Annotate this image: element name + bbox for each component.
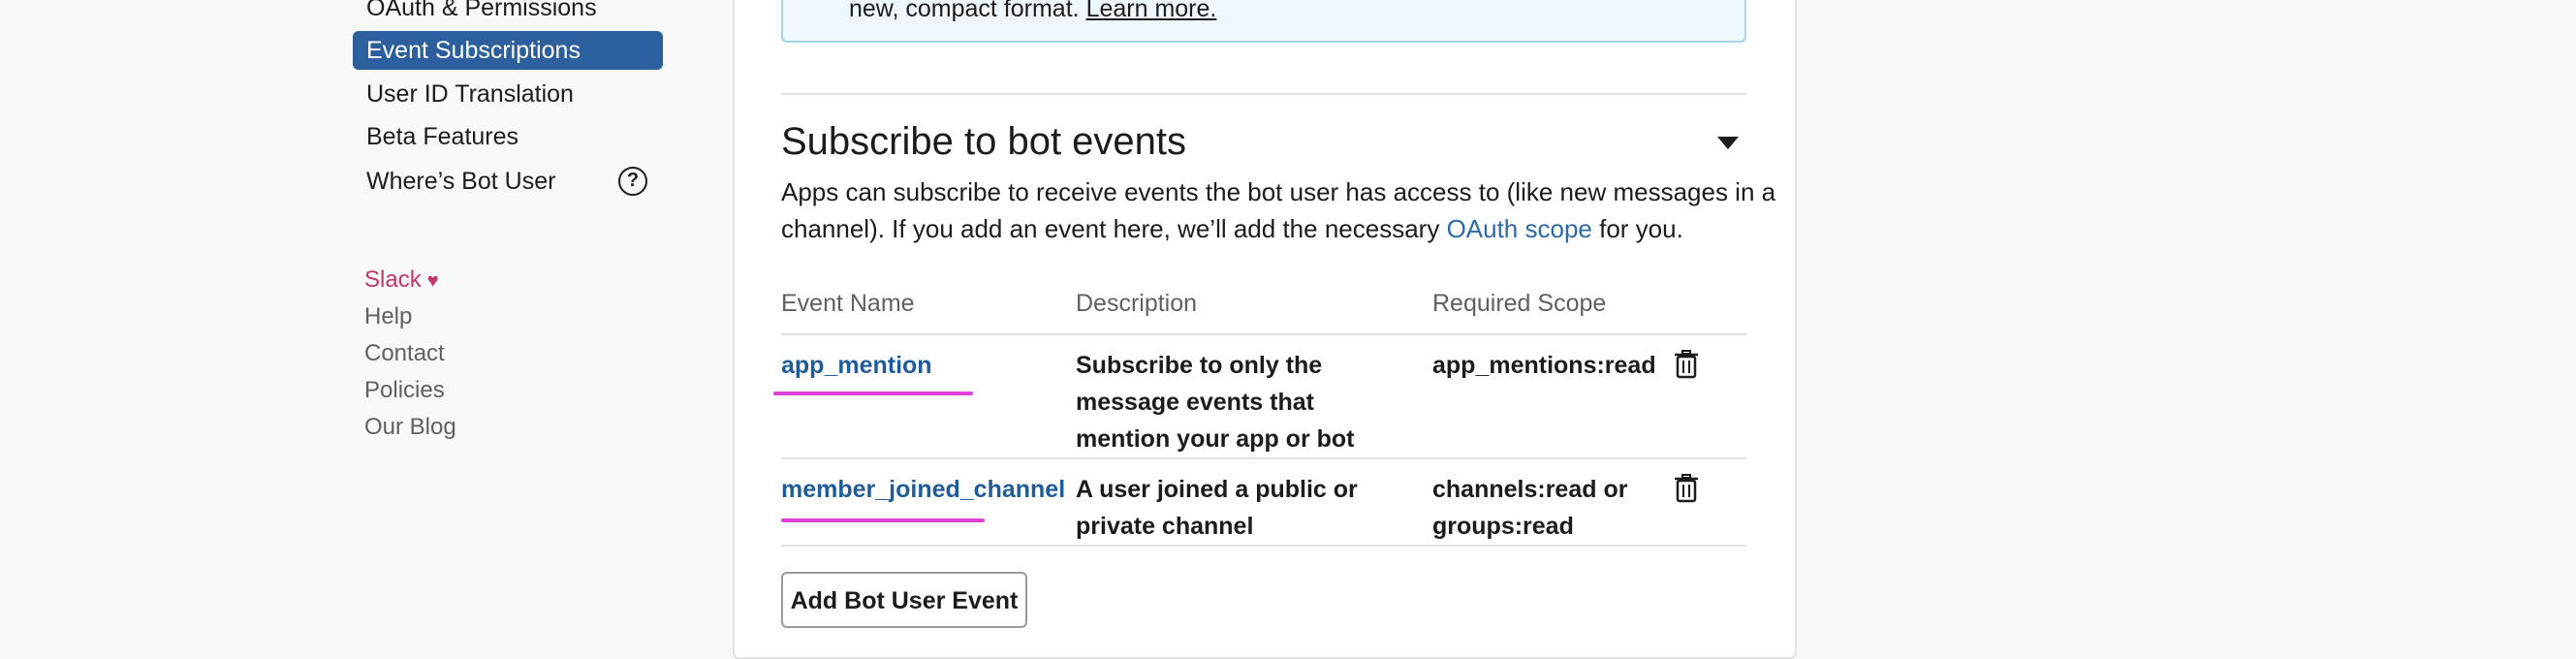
info-banner-text: new, compact format. Learn more.	[849, 0, 1216, 25]
learn-more-link[interactable]: Learn more.	[1086, 0, 1217, 22]
sidebar-item-beta-features[interactable]: Beta Features	[353, 117, 663, 156]
section-description-line1: Apps can subscribe to receive events the…	[781, 177, 1776, 206]
info-banner-message: new, compact format.	[849, 0, 1080, 22]
sidebar-item-user-id-translation[interactable]: User ID Translation	[353, 75, 663, 113]
sidebar-item-oauth-permissions[interactable]: OAuth & Permissions	[353, 0, 663, 27]
footer-link-our-blog[interactable]: Our Blog	[364, 411, 456, 444]
event-description: A user joined a public or private channe…	[1076, 471, 1405, 545]
section-description-suffix: for you.	[1599, 214, 1683, 243]
description-line: private channel	[1076, 513, 1254, 540]
section-description-prefix: channel). If you add an event here, we’l…	[781, 214, 1440, 243]
scope-line: app_mentions:read	[1432, 352, 1656, 379]
help-icon[interactable]: ?	[618, 167, 647, 196]
oauth-scope-link[interactable]: OAuth scope	[1447, 214, 1592, 243]
table-bottom-divider	[781, 545, 1746, 547]
trash-icon[interactable]	[1674, 474, 1699, 503]
sidebar-item-wheres-bot-user[interactable]: Where’s Bot User	[353, 162, 663, 201]
sidebar: OAuth & Permissions Event Subscriptions …	[0, 0, 717, 636]
required-scope: app_mentions:read	[1432, 347, 1656, 384]
scope-line: groups:read	[1432, 513, 1574, 540]
main-panel	[733, 0, 1797, 659]
section-description-line2: channel). If you add an event here, we’l…	[781, 210, 1683, 247]
description-line: message events that	[1076, 389, 1314, 416]
heart-icon: ♥	[426, 270, 439, 292]
annotation-underline	[773, 392, 973, 395]
footer-link-help[interactable]: Help	[364, 300, 412, 333]
footer-brand-label: Slack	[364, 267, 422, 293]
footer-brand[interactable]: Slack ♥	[364, 264, 439, 298]
description-line: A user joined a public or	[1076, 476, 1358, 503]
scope-line: channels:read or	[1432, 476, 1628, 503]
event-name-member-joined-channel[interactable]: member_joined_channel	[781, 471, 1065, 508]
section-title: Subscribe to bot events	[781, 120, 1187, 163]
column-header-required-scope: Required Scope	[1432, 290, 1607, 317]
table-row-divider	[781, 457, 1746, 459]
column-header-description: Description	[1076, 290, 1198, 317]
required-scope: channels:read or groups:read	[1432, 471, 1627, 545]
collapse-caret-icon[interactable]	[1717, 137, 1739, 149]
annotation-underline	[781, 518, 985, 522]
add-bot-user-event-button[interactable]: Add Bot User Event	[781, 572, 1027, 628]
column-header-event-name: Event Name	[781, 290, 915, 317]
trash-icon[interactable]	[1674, 350, 1699, 379]
section-divider	[781, 93, 1746, 95]
description-line: mention your app or bot	[1076, 425, 1355, 453]
event-description: Subscribe to only the message events tha…	[1076, 347, 1405, 457]
table-header-divider	[781, 333, 1746, 335]
sidebar-item-event-subscriptions[interactable]: Event Subscriptions	[353, 31, 663, 70]
footer-link-contact[interactable]: Contact	[364, 337, 445, 370]
footer-link-policies[interactable]: Policies	[364, 374, 445, 407]
event-name-app-mention[interactable]: app_mention	[781, 347, 932, 384]
description-line: Subscribe to only the	[1076, 352, 1323, 379]
